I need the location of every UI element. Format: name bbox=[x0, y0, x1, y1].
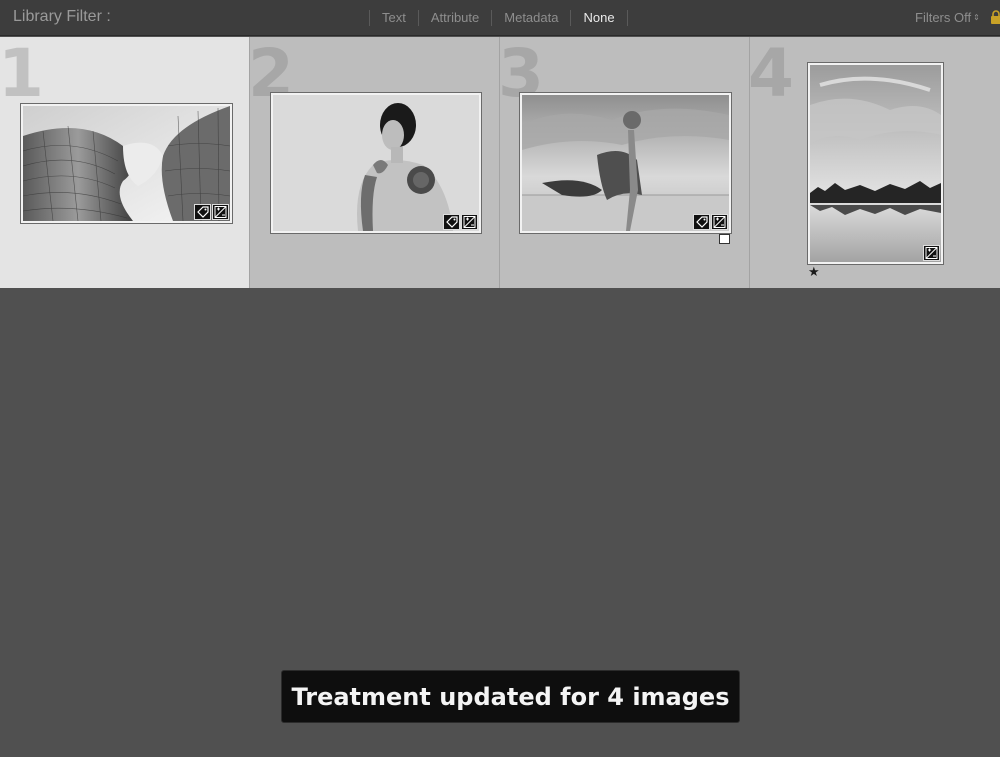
grid-cell[interactable]: 2 bbox=[250, 37, 500, 288]
develop-adjust-icon[interactable] bbox=[461, 214, 478, 230]
library-filter-title: Library Filter : bbox=[13, 8, 111, 25]
grid-cell[interactable]: 3 bbox=[500, 37, 750, 288]
filters-off-dropdown[interactable]: Filters Off ⇕ bbox=[915, 10, 980, 25]
thumbnail-frame[interactable] bbox=[519, 92, 732, 234]
tag-icon[interactable] bbox=[443, 214, 460, 230]
thumbnail-badges bbox=[923, 245, 940, 261]
lake-reflection-photo bbox=[810, 65, 941, 262]
toast-message: Treatment updated for 4 images bbox=[291, 682, 730, 711]
beach-dancer-photo bbox=[522, 95, 729, 231]
filters-status-label: Filters Off bbox=[915, 10, 972, 25]
thumbnail-frame[interactable] bbox=[807, 62, 944, 265]
thumbnail-grid: 1 2 3 4 ★ bbox=[0, 37, 1000, 288]
filter-tabs: Text Attribute Metadata None bbox=[369, 9, 628, 27]
pick-flag-checkbox[interactable] bbox=[719, 234, 730, 244]
thumbnail-badges bbox=[194, 204, 229, 220]
thumbnail-badges bbox=[693, 214, 728, 230]
tab-none[interactable]: None bbox=[571, 10, 626, 26]
thumbnail-frame[interactable] bbox=[270, 92, 482, 234]
grid-cell[interactable]: 4 ★ bbox=[750, 37, 1000, 288]
tattooed-woman-portrait-photo bbox=[273, 95, 479, 231]
thumbnail-badges bbox=[443, 214, 478, 230]
tab-metadata[interactable]: Metadata bbox=[492, 10, 570, 26]
develop-adjust-icon[interactable] bbox=[212, 204, 229, 220]
lock-icon[interactable] bbox=[990, 10, 1000, 24]
star-rating-icon[interactable]: ★ bbox=[808, 266, 820, 279]
tag-icon[interactable] bbox=[693, 214, 710, 230]
status-toast: Treatment updated for 4 images bbox=[281, 670, 740, 723]
chevron-updown-icon: ⇕ bbox=[973, 13, 980, 22]
tab-text[interactable]: Text bbox=[370, 10, 418, 26]
grid-cell[interactable]: 1 bbox=[0, 37, 250, 288]
tab-attribute[interactable]: Attribute bbox=[419, 10, 491, 26]
cell-index-number: 4 bbox=[750, 37, 794, 112]
cell-index-number: 1 bbox=[0, 37, 44, 112]
develop-adjust-icon[interactable] bbox=[711, 214, 728, 230]
develop-adjust-icon[interactable] bbox=[923, 245, 940, 261]
tab-separator bbox=[626, 10, 628, 26]
tag-icon[interactable] bbox=[194, 204, 211, 220]
library-filter-bar: Library Filter : Text Attribute Metadata… bbox=[0, 0, 1000, 36]
thumbnail-frame[interactable] bbox=[20, 103, 233, 224]
